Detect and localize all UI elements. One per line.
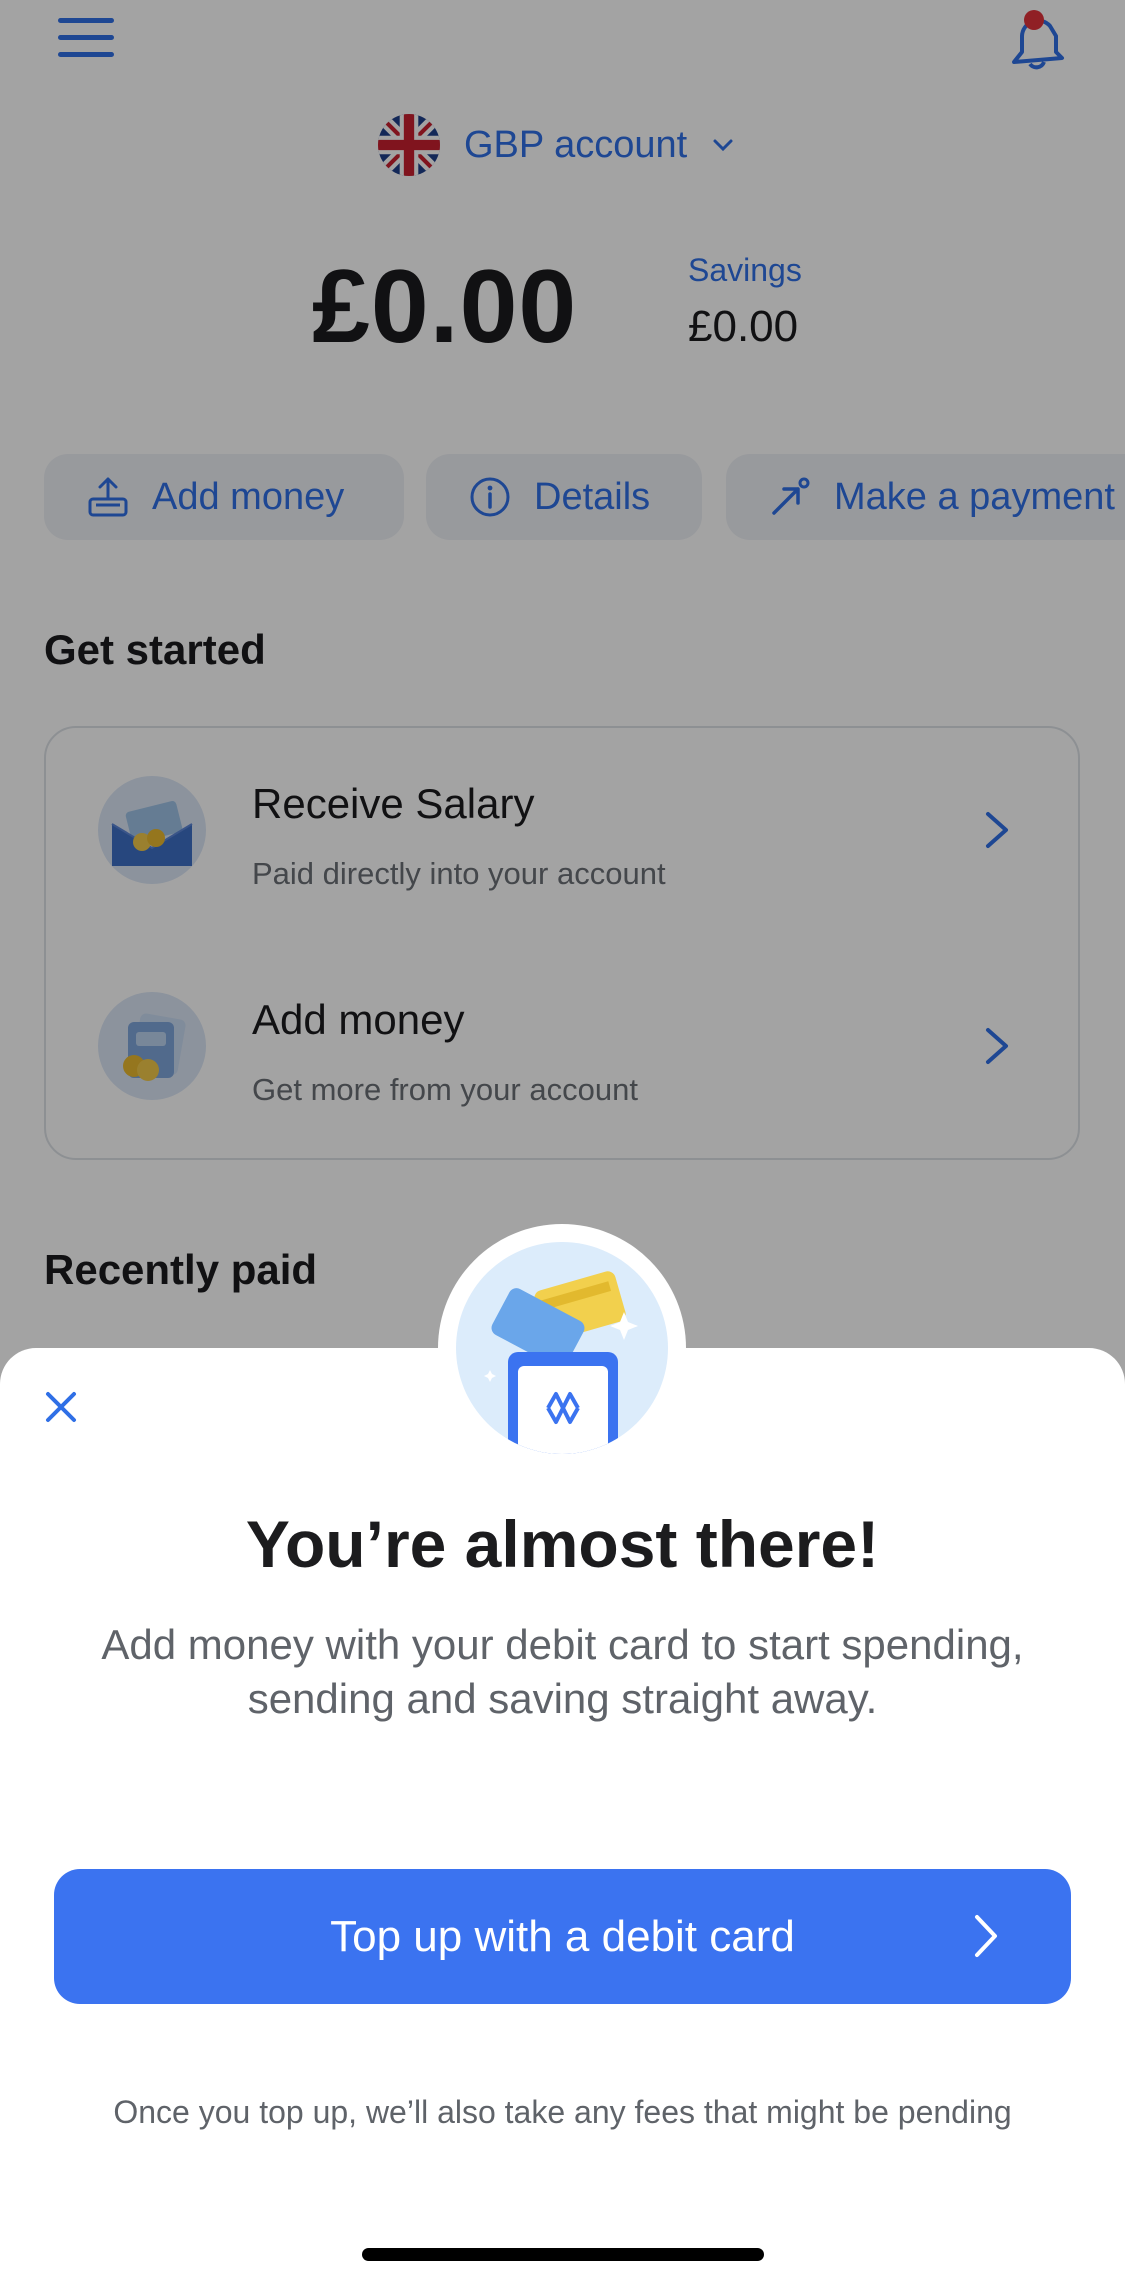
top-up-button-label: Top up with a debit card	[330, 1911, 795, 1961]
top-up-debit-card-button[interactable]: Top up with a debit card	[54, 1869, 1071, 2004]
sheet-title: You’re almost there!	[245, 1507, 880, 1581]
fees-footnote: Once you top up, we’ll also take any fee…	[113, 2094, 1012, 2130]
sheet-description: Add money with your debit card to start …	[101, 1621, 1024, 1722]
home-indicator[interactable]	[362, 2248, 764, 2261]
wallet-cards-illustration-icon	[456, 1242, 668, 1454]
chevron-right-icon	[975, 1915, 997, 1957]
bottom-sheet	[0, 1348, 1125, 2283]
app-screen: GBP account £0.00 Savings £0.00 Add mone…	[0, 0, 1125, 2283]
close-icon[interactable]	[38, 1384, 84, 1430]
